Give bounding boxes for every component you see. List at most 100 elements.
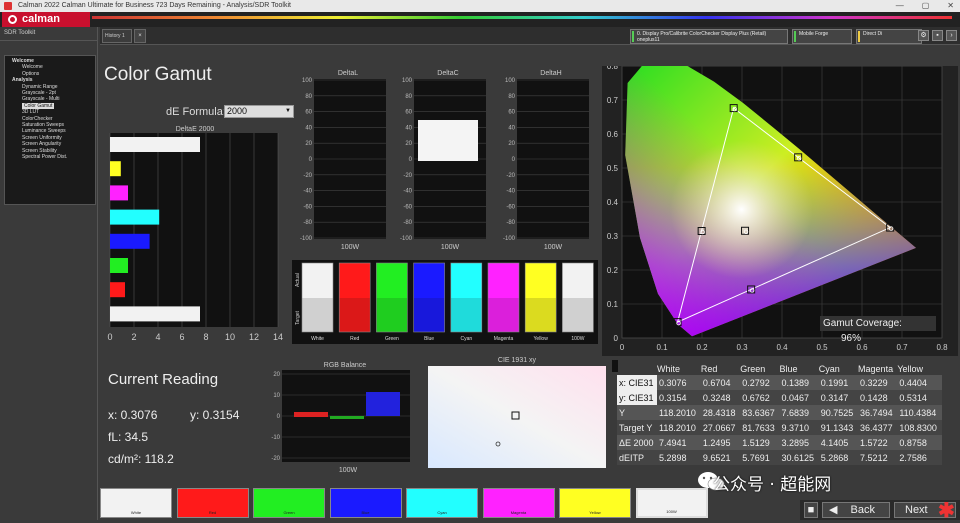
delta-tick: -40 <box>303 189 312 195</box>
bottom-swatch[interactable]: Red <box>176 488 249 518</box>
delta-tick: 20 <box>508 141 515 147</box>
delta-chart: 100 80 60 40 20 0 -20 -40 -60 -80 -100 100W <box>400 78 486 251</box>
table-row-label: ΔE 2000 <box>617 435 657 450</box>
table-row: dEITP 5.2898 9.6521 5.7691 30.6125 5.2868 7.52… <box>617 450 942 465</box>
de2000-tick: 6 <box>179 332 184 342</box>
close-window-button[interactable]: ✕ <box>947 0 954 12</box>
table-cell: 27.0667 <box>700 420 741 435</box>
bottom-swatch[interactable]: Green <box>253 488 325 518</box>
device-meter[interactable]: 0. Display Pro/Calibrite ColorChecker Di… <box>630 29 788 44</box>
table-cell: 0.0467 <box>779 390 819 405</box>
table-header: Blue <box>779 363 798 374</box>
tab-history[interactable]: History 1 <box>102 29 132 43</box>
swatch-label: 100W <box>571 336 584 342</box>
tree-item-label: Grayscale - 2pt <box>22 90 56 97</box>
swatch-label: White <box>311 336 324 342</box>
device-source-label: Mobile Forge <box>799 31 829 37</box>
back-button[interactable]: ◀ Back <box>822 502 890 518</box>
device-source[interactable]: Mobile Forge <box>792 29 852 44</box>
table-cell: 7.4941 <box>657 435 701 450</box>
cie-x-tick: 0.8 <box>936 343 948 352</box>
de2000-tick: 0 <box>107 332 112 342</box>
delta-tick: -60 <box>506 204 515 210</box>
table-cell: 30.6125 <box>779 450 819 465</box>
table-header: Yellow <box>897 363 924 374</box>
tree-item-label: Screen Uniformity <box>22 134 62 141</box>
cie-large-chart: CIE 1931 xy00.10.20.30.40.50.60.70.80.80… <box>602 66 958 356</box>
table-header: White <box>657 363 681 374</box>
swatch-label: Yellow <box>534 336 549 342</box>
de2000-bar <box>110 209 160 225</box>
swatch-target <box>339 298 371 332</box>
measurement-table: White Red Green Blue Cyan Magenta Yellow x: CIE… <box>617 362 942 465</box>
de2000-bar <box>110 306 200 322</box>
delta-tick: -100 <box>300 236 313 242</box>
bottom-swatch-label: Cyan <box>437 510 447 515</box>
close-tab-button[interactable]: × <box>134 29 146 43</box>
tree-item-label: Welcome <box>12 58 34 64</box>
swatch-target <box>413 298 445 332</box>
delta-tick: 60 <box>305 110 312 116</box>
de-formula-select[interactable]: 2000 ▼ <box>224 105 294 118</box>
table-header: Green <box>740 363 766 374</box>
table-cell: 91.1343 <box>818 420 859 435</box>
calman-logo[interactable]: calman <box>2 12 90 27</box>
swatch-actual <box>488 263 519 298</box>
table-header: Red <box>700 363 718 374</box>
bottom-swatch[interactable]: Cyan <box>406 488 478 518</box>
tree-item-label: Luminance Sweeps <box>22 128 66 135</box>
settings-button[interactable]: ⚙ <box>918 30 929 41</box>
de2000-bar <box>110 137 200 152</box>
table-cell: 118.2010 <box>657 405 701 420</box>
bottom-swatch-label: Yellow <box>589 510 601 515</box>
table-cell: 0.6704 <box>700 375 741 390</box>
bottom-swatch-label: Red <box>208 510 217 515</box>
tree-item[interactable]: Spectral Power Dist. <box>8 154 92 160</box>
swatch-actual <box>339 263 371 298</box>
bottom-swatch[interactable]: Magenta <box>482 488 555 518</box>
bottom-swatch[interactable]: White <box>100 488 172 518</box>
app-icon <box>4 2 12 10</box>
table-cell: 28.4318 <box>700 405 741 420</box>
current-reading-title: Current Reading <box>108 371 219 388</box>
table-cell: 0.1991 <box>818 375 859 390</box>
watermark-text: 公众号 · 超能网 <box>713 475 832 495</box>
connect-button[interactable]: ▪ <box>932 30 943 41</box>
table-row-label: Target Y <box>617 420 657 435</box>
next-device-button[interactable]: › <box>946 30 957 41</box>
bottom-swatch[interactable]: 100W <box>635 488 708 518</box>
table-header <box>617 362 657 375</box>
swatch-actual <box>562 263 594 298</box>
cie-x-tick: 0.1 <box>656 343 668 352</box>
cie-small-title: CIE 1931 xy <box>497 357 537 364</box>
cie-x-tick: 0.4 <box>776 343 788 352</box>
rgb-xlabel: 100W <box>339 467 358 474</box>
table-cell: 1.5722 <box>858 435 898 450</box>
next-label: Next <box>905 504 928 516</box>
device-meter-profile: oneplus11 <box>637 37 660 43</box>
de2000-bar <box>110 282 125 298</box>
table-cell: 110.4384 <box>897 405 942 420</box>
table-header: Cyan <box>818 363 840 374</box>
stop-button[interactable]: ■ <box>804 502 818 518</box>
de2000-plot-bg <box>110 133 278 327</box>
bottom-swatch[interactable]: Yellow <box>559 488 631 518</box>
workflow-tree[interactable]: Welcome Welcome Options Analysis Dynamic Ran… <box>4 55 96 205</box>
device-display[interactable]: Direct Di <box>856 29 922 44</box>
de2000-tick: 4 <box>155 332 160 342</box>
delta-tick: 0 <box>409 157 413 163</box>
delta-tick: 100 <box>505 78 516 84</box>
reading-x: x: 0.3076 <box>108 408 158 422</box>
target-label: Target <box>295 310 301 325</box>
cie-small-bg <box>428 366 606 468</box>
table-row: y: CIE31 0.3154 0.3248 0.6762 0.0467 0.3147 0.… <box>617 390 942 405</box>
table-cell: 5.7691 <box>740 450 780 465</box>
maximize-button[interactable]: ▢ <box>922 0 930 12</box>
table-cell: 5.2898 <box>657 450 701 465</box>
bottom-swatch-label: Magenta <box>510 510 527 515</box>
table-row: ΔE 2000 7.4941 1.2495 1.5129 3.2895 4.1405 1.5… <box>617 435 942 450</box>
device-display-label: Direct Di <box>863 31 883 37</box>
bottom-swatch[interactable]: Blue <box>329 488 402 518</box>
minimize-button[interactable]: — <box>896 0 904 12</box>
table-cell: 2.7586 <box>897 450 942 465</box>
